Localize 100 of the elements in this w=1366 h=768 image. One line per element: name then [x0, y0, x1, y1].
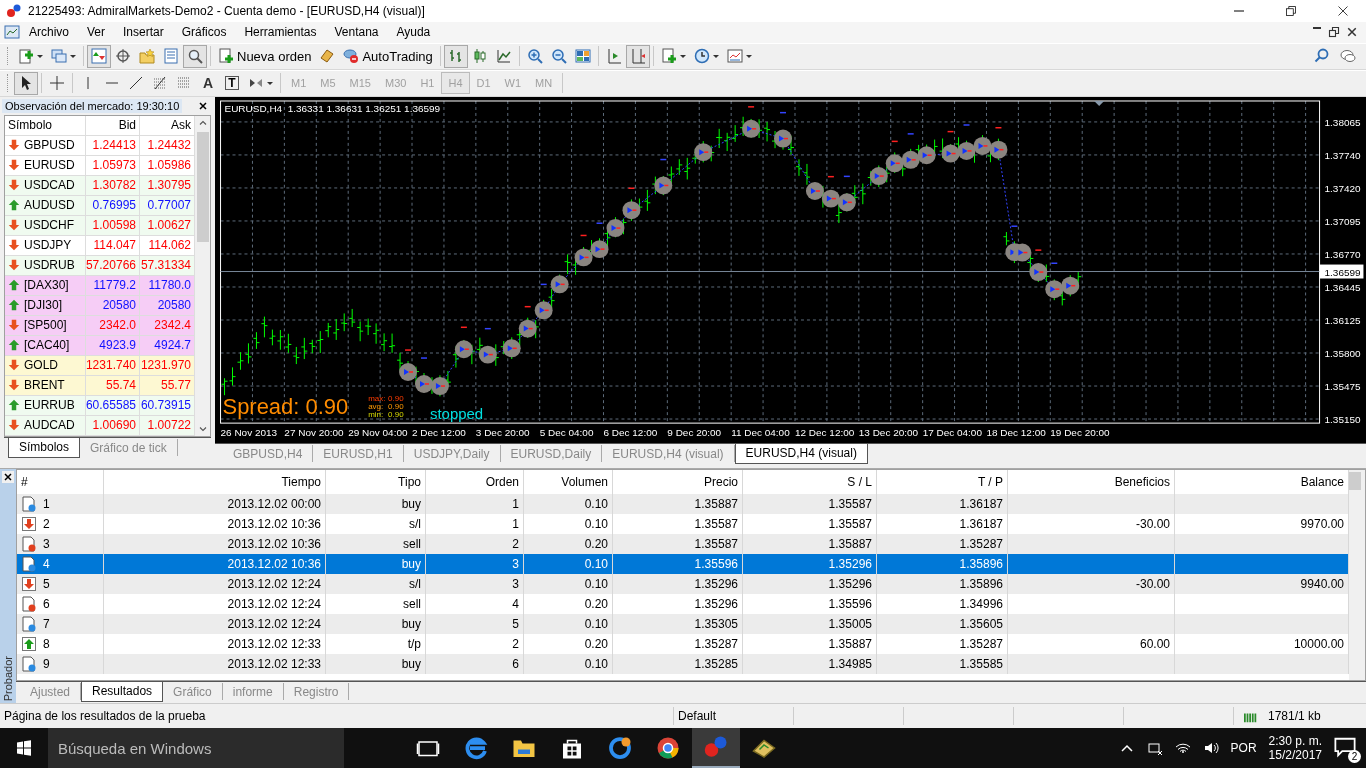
- close-button[interactable]: [197, 99, 209, 112]
- column-header[interactable]: #: [17, 469, 104, 494]
- app-logo-icon: [6, 3, 22, 19]
- column-header[interactable]: Bid: [86, 115, 140, 136]
- table-cell: 1.34985: [828, 656, 872, 671]
- caret-icon: [745, 54, 752, 58]
- symbol-row[interactable]: EURRUB 60.65585 60.73915: [5, 395, 195, 416]
- bid-price: 1.05973: [92, 158, 136, 173]
- spread-stat-value: 0.90: [388, 393, 404, 403]
- up-arrow-icon: [8, 339, 20, 352]
- column-header[interactable]: Tipo: [326, 469, 426, 494]
- column-header[interactable]: Ask: [140, 115, 195, 136]
- symbol-row[interactable]: EURUSD 1.05973 1.05986: [5, 155, 195, 176]
- symbol-row[interactable]: AUDUSD 0.76995 0.77007: [5, 195, 195, 216]
- menu-item[interactable]: Ver: [78, 23, 115, 42]
- clock-time[interactable]: 2:30 p. m.: [1268, 734, 1322, 748]
- close-button[interactable]: [2, 470, 14, 483]
- language-indicator[interactable]: POR: [1230, 741, 1257, 755]
- column-header[interactable]: Beneficios: [1008, 469, 1175, 494]
- tab[interactable]: Resultados: [81, 681, 164, 702]
- symbol-row[interactable]: USDJPY 114.047 114.062: [5, 235, 195, 256]
- table-cell: 9940.00: [1300, 576, 1344, 591]
- symbol-row[interactable]: BRENT 55.74 55.77: [5, 375, 195, 396]
- column-header[interactable]: Volumen: [524, 469, 613, 494]
- time-axis-label: 13 Dec 20:00: [858, 426, 919, 438]
- result-row[interactable]: 9 2013.12.02 12:33 buy 6 0.10 1.35285 1.34985 1.35585: [17, 653, 1349, 674]
- column-header[interactable]: T / P: [877, 469, 1008, 494]
- clock-icon: [693, 48, 710, 65]
- toolbar-button[interactable]: AutoTrading: [339, 44, 437, 68]
- window-title: 21225493: AdmiralMarkets-Demo2 - Cuenta demo - [EURUSD,H4 (visual)]: [28, 4, 426, 18]
- symbol-row[interactable]: [DJI30] 20580 20580: [5, 295, 195, 316]
- toolbar-button[interactable]: Nueva orden: [214, 44, 316, 68]
- plus-document-icon: [218, 48, 234, 65]
- column-header[interactable]: Tiempo: [104, 469, 326, 494]
- toolbar-button[interactable]: A: [196, 71, 220, 95]
- search-field[interactable]: Búsqueda en Windows: [48, 728, 344, 768]
- scrollbar-thumb[interactable]: [1349, 471, 1361, 490]
- table-cell: 0.10: [584, 576, 608, 591]
- table-cell: sell: [403, 536, 421, 551]
- symbol-row[interactable]: [SP500] 2342.0 2342.4: [5, 315, 195, 336]
- time-axis-label: 9 Dec 20:00: [667, 426, 722, 438]
- column-header[interactable]: Orden: [426, 469, 524, 494]
- restore-icon: [1328, 26, 1340, 39]
- zoom-out-icon: [550, 48, 567, 65]
- current-price-label: 1.36599: [1319, 264, 1364, 279]
- ask-price: 4924.7: [154, 338, 191, 353]
- menu-item[interactable]: Archivo: [20, 23, 78, 42]
- symbol-row[interactable]: GOLD 1231.740 1231.970: [5, 355, 195, 376]
- result-row[interactable]: 1 2013.12.02 00:00 buy 1 0.10 1.35887 1.35587 1.36187: [17, 493, 1349, 514]
- menu-item[interactable]: Ayuda: [387, 23, 440, 42]
- panel-title: Observación del mercado: 19:30:10: [2, 98, 183, 113]
- toolbar-button[interactable]: [14, 71, 38, 95]
- result-row[interactable]: 4 2013.12.02 10:36 buy 3 0.10 1.35596 1.35296 1.35896: [17, 553, 1349, 574]
- time-axis-label: 6 Dec 12:00: [603, 426, 658, 438]
- symbol-row[interactable]: USDCHF 1.00598 1.00627: [5, 215, 195, 236]
- table-cell: sell: [403, 596, 421, 611]
- symbol-row[interactable]: USDCAD 1.30782 1.30795: [5, 175, 195, 196]
- price-axis-label: 1.37420: [1324, 182, 1361, 194]
- time-axis-label: 12 Dec 12:00: [795, 426, 855, 438]
- tab[interactable]: Símbolos: [8, 437, 81, 458]
- result-row[interactable]: 3 2013.12.02 10:36 sell 2 0.20 1.35587 1.35887 1.35287: [17, 533, 1349, 554]
- symbol-row[interactable]: AUDCAD 1.00690 1.00722: [5, 415, 195, 436]
- column-header[interactable]: Símbolo: [5, 115, 86, 136]
- symbol-name: AUDUSD: [24, 198, 75, 213]
- chart-tab[interactable]: EURUSD,H4 (visual): [734, 443, 868, 464]
- symbol-row[interactable]: USDRUB 57.20766 57.31334: [5, 255, 195, 276]
- table-cell: 2013.12.02 12:24: [227, 576, 321, 591]
- toolbar-button[interactable]: T: [220, 71, 244, 95]
- menu-item[interactable]: Gráficos: [172, 23, 236, 42]
- scrollbar-thumb[interactable]: [196, 131, 209, 242]
- caret-icon: [37, 54, 43, 58]
- menu-item[interactable]: Herramientas: [235, 23, 326, 42]
- column-header[interactable]: S / L: [743, 469, 877, 494]
- time-axis-label: 18 Dec 12:00: [986, 426, 1046, 438]
- target-icon: [115, 48, 131, 65]
- bid-price: 60.65585: [85, 398, 136, 413]
- menu-item[interactable]: Insertar: [114, 23, 173, 42]
- bid-price: 57.20766: [85, 258, 136, 273]
- result-row[interactable]: 7 2013.12.02 12:24 buy 5 0.10 1.35305 1.35005 1.35605: [17, 613, 1349, 634]
- symbol-row[interactable]: [DAX30] 11779.2 11780.0: [5, 275, 195, 296]
- edge-icon: [464, 736, 488, 760]
- price-axis-label: 1.35475: [1324, 380, 1361, 392]
- table-cell: 6: [512, 656, 519, 671]
- tile-windows-icon: [574, 48, 591, 65]
- symbol-row[interactable]: GBPUSD 1.24413 1.24432: [5, 135, 195, 156]
- table-cell: 1.36187: [959, 516, 1003, 531]
- menu-item[interactable]: Ventana: [325, 23, 388, 42]
- browser-icon: [656, 736, 680, 760]
- result-row[interactable]: 5 2013.12.02 12:24 s/l 3 0.10 1.35296 1.35296 1.35896 -30.00 9940.00: [17, 573, 1349, 594]
- bid-price: 55.74: [105, 378, 136, 393]
- ring-icon: [608, 736, 632, 760]
- clock-date[interactable]: 15/2/2017: [1268, 748, 1322, 762]
- column-header[interactable]: Precio: [613, 469, 743, 494]
- time-axis-label: 11 Dec 04:00: [731, 426, 790, 438]
- bid-price: 0.76995: [92, 198, 136, 213]
- speech-bubble-icon: [1334, 736, 1356, 758]
- symbol-row[interactable]: [CAC40] 4923.9 4924.7: [5, 335, 195, 356]
- price-axis-label: 1.35150: [1324, 413, 1361, 425]
- toolbar-button[interactable]: [183, 44, 207, 68]
- time-axis-label: 17 Dec 04:00: [922, 426, 982, 438]
